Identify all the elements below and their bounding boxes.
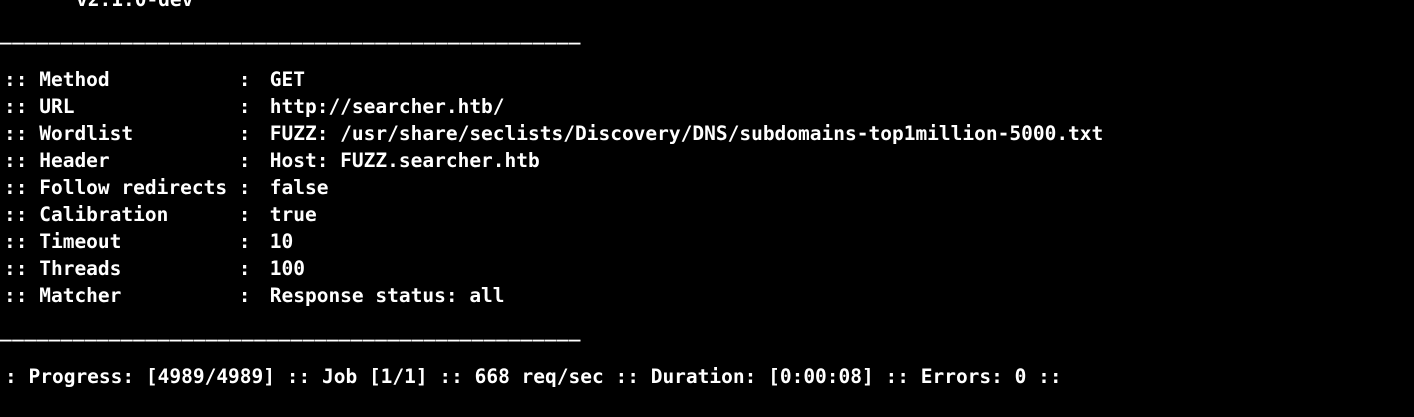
config-row: :: Wordlist : FUZZ: /usr/share/seclists/… bbox=[4, 120, 1103, 147]
separator-top: ________________________________________… bbox=[0, 22, 581, 45]
config-label: :: Threads : bbox=[4, 257, 251, 280]
config-value: true bbox=[258, 203, 317, 226]
config-label: :: URL : bbox=[4, 95, 251, 118]
config-label: :: Follow redirects : bbox=[4, 176, 251, 199]
terminal-window: v2.1.0-dev _____________________________… bbox=[0, 0, 1414, 417]
config-label: :: Matcher : bbox=[4, 284, 251, 307]
config-value: Response status: all bbox=[258, 284, 505, 307]
config-row: :: Threads : 100 bbox=[4, 255, 305, 282]
config-value: Host: FUZZ.searcher.htb bbox=[258, 149, 540, 172]
config-row: :: Calibration : true bbox=[4, 201, 317, 228]
config-value: http://searcher.htb/ bbox=[258, 95, 505, 118]
config-value: FUZZ: /usr/share/seclists/Discovery/DNS/… bbox=[258, 122, 1104, 145]
config-label: :: Calibration : bbox=[4, 203, 251, 226]
config-row: :: URL : http://searcher.htb/ bbox=[4, 93, 505, 120]
config-row: :: Matcher : Response status: all bbox=[4, 282, 505, 309]
config-label: :: Header : bbox=[4, 149, 251, 172]
config-value: 10 bbox=[258, 230, 294, 253]
config-label: :: Method : bbox=[4, 68, 251, 91]
config-row: :: Method : GET bbox=[4, 66, 305, 93]
config-value: false bbox=[258, 176, 329, 199]
config-row: :: Follow redirects : false bbox=[4, 174, 328, 201]
config-label: :: Wordlist : bbox=[4, 122, 251, 145]
config-label: :: Timeout : bbox=[4, 230, 251, 253]
version-line: v2.1.0-dev bbox=[76, 0, 193, 13]
config-row: :: Header : Host: FUZZ.searcher.htb bbox=[4, 147, 540, 174]
separator-bottom: ________________________________________… bbox=[0, 319, 581, 342]
config-value: 100 bbox=[258, 257, 305, 280]
config-row: :: Timeout : 10 bbox=[4, 228, 293, 255]
progress-line: : Progress: [4989/4989] :: Job [1/1] :: … bbox=[5, 365, 1062, 388]
config-value: GET bbox=[258, 68, 305, 91]
